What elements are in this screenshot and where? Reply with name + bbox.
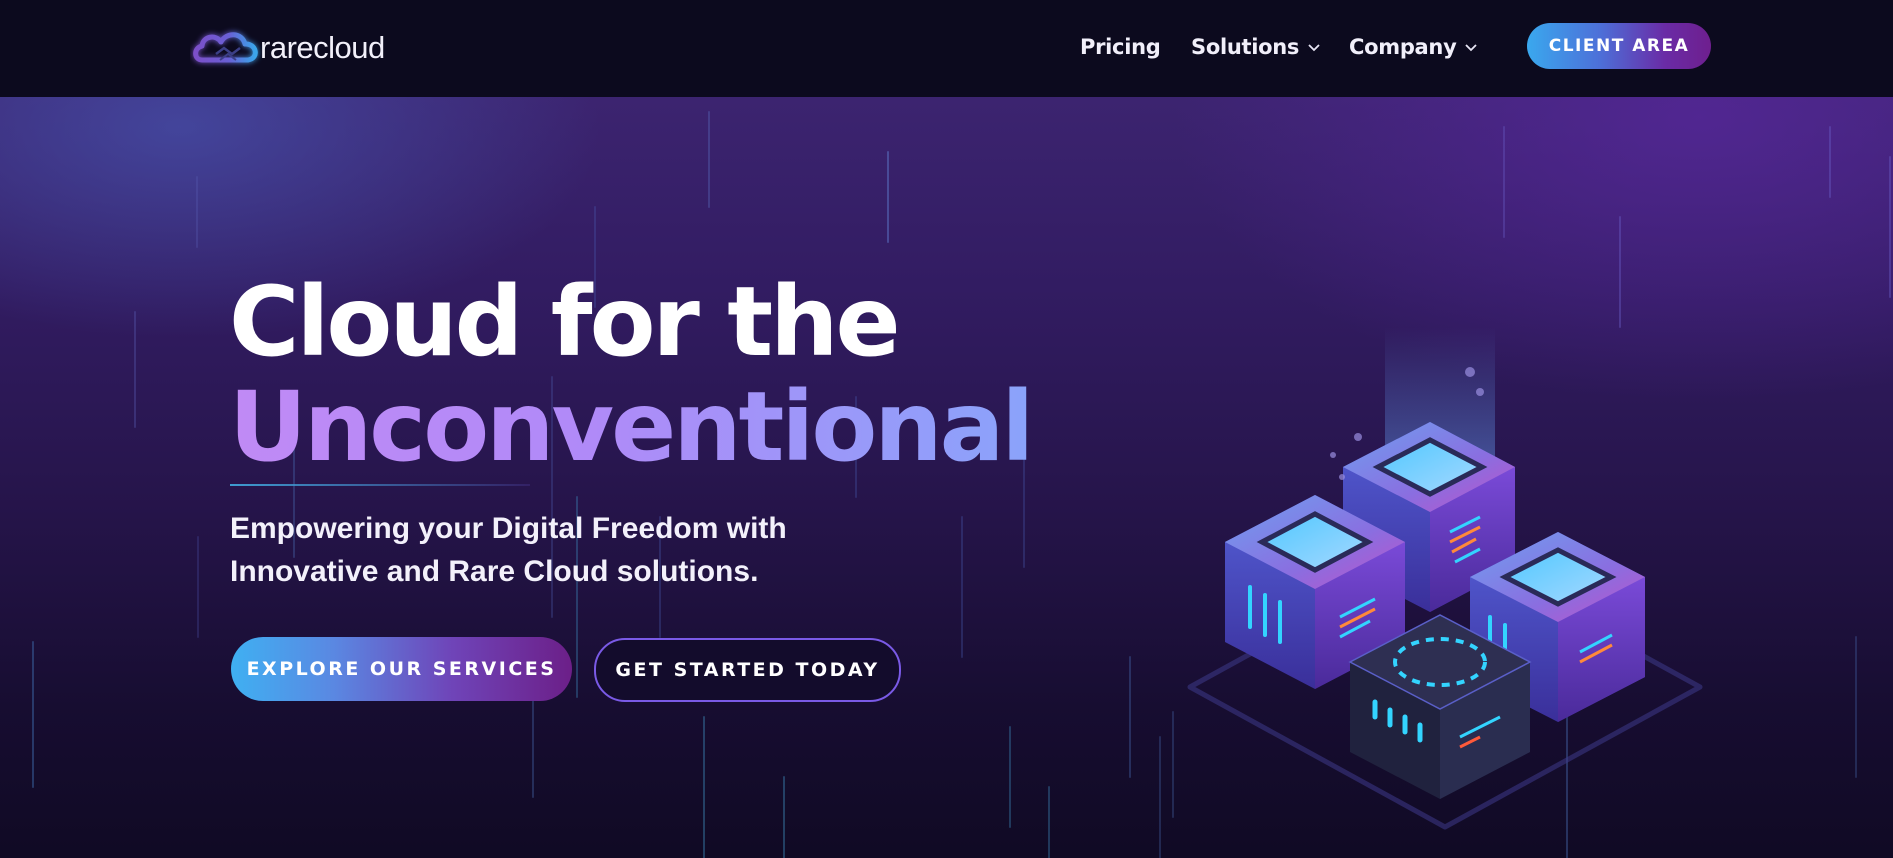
client-area-button[interactable]: CLIENT AREA [1527, 23, 1711, 69]
title-divider [230, 484, 530, 486]
chevron-down-icon [1308, 44, 1320, 52]
cloud-logo-icon [193, 32, 258, 63]
nav-item-label: Company [1349, 35, 1457, 59]
hero-title-line-1: Cloud for the [229, 266, 901, 378]
brand-logo[interactable]: rarecloud [190, 24, 385, 72]
main-nav-company: Company [1349, 30, 1478, 64]
brand-name: rarecloud [260, 30, 385, 65]
nav-item-solutions[interactable]: Solutions [1191, 35, 1321, 59]
get-started-button[interactable]: GET STARTED TODAY [594, 638, 901, 702]
nav-item-company[interactable]: Company [1349, 35, 1478, 59]
chevron-down-icon [1465, 44, 1478, 52]
main-nav-solutions: Solutions [1191, 30, 1321, 64]
hero-section: Cloud for the Unconventional Empowering … [0, 97, 1893, 858]
hero-subtitle: Empowering your Digital Freedom with Inn… [230, 512, 787, 588]
server-cubes-illustration [1187, 327, 1703, 830]
main-nav: Pricing [1080, 30, 1161, 64]
nav-item-label: Solutions [1191, 35, 1300, 59]
nav-item-pricing[interactable]: Pricing [1080, 35, 1161, 59]
explore-services-button[interactable]: EXPLORE OUR SERVICES [231, 637, 572, 701]
nav-item-label: Pricing [1080, 35, 1161, 59]
hero-title-line-2: Unconventional [229, 371, 1034, 483]
top-navbar: rarecloud Pricing Solutions Company CLIE… [0, 0, 1893, 98]
